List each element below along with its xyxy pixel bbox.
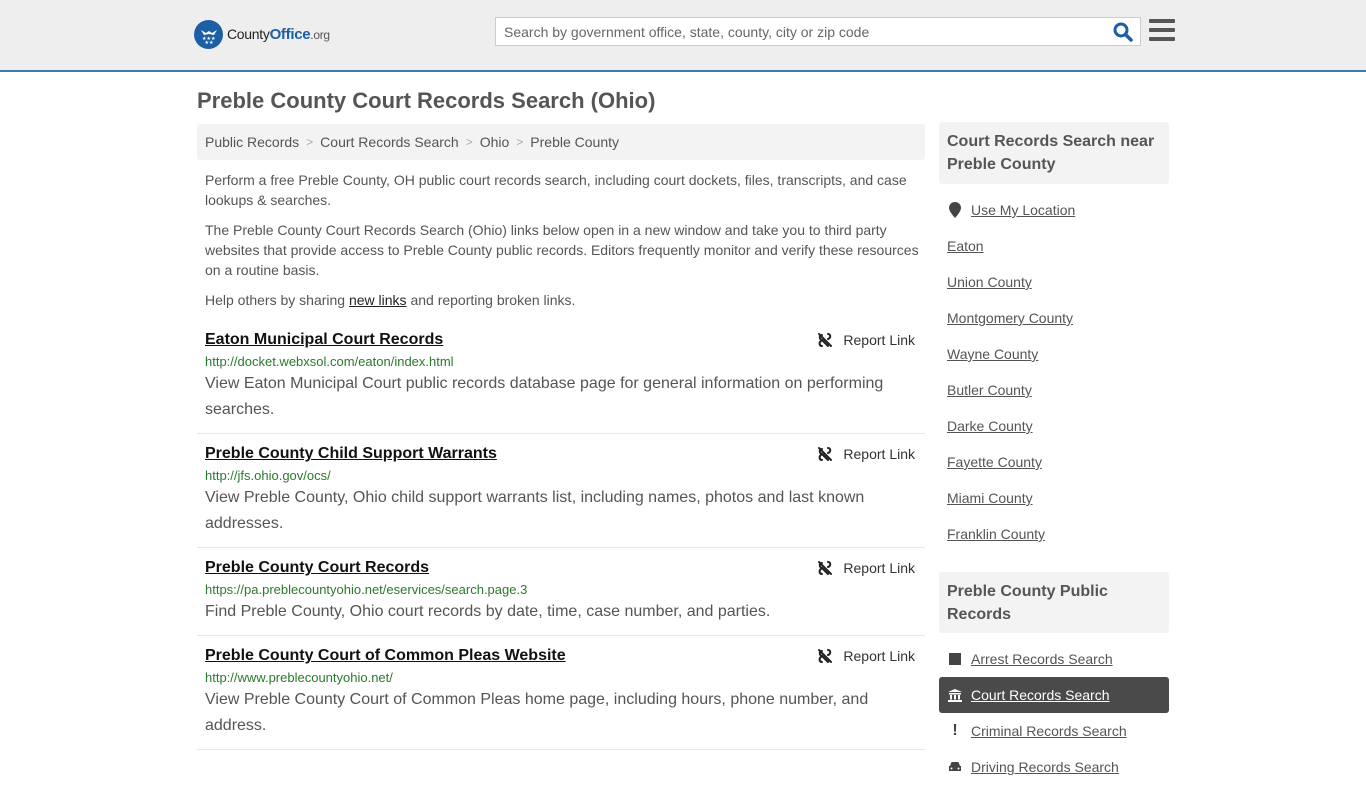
breadcrumb-preble-county[interactable]: Preble County [530, 134, 619, 150]
sidebar-item-union-county[interactable]: Union County [939, 264, 1169, 300]
link-description: View Preble County, Ohio child support w… [205, 489, 865, 532]
new-links-link[interactable]: new links [349, 292, 407, 308]
courthouse-icon [947, 688, 963, 702]
list-item: Preble County Child Support Warrants htt… [197, 434, 925, 548]
link-url: http://jfs.ohio.gov/ocs/ [205, 468, 331, 483]
intro-paragraph-3: Help others by sharing new links and rep… [205, 292, 576, 308]
sidebar-item-montgomery-county[interactable]: Montgomery County [939, 300, 1169, 336]
sidebar-item-court-records[interactable]: Court Records Search [939, 677, 1169, 713]
use-my-location-item[interactable]: Use My Location [939, 192, 1169, 228]
breadcrumb-ohio[interactable]: Ohio [480, 134, 510, 150]
site-logo[interactable]: ★★★ ★★ CountyOffice.org [194, 20, 330, 49]
page-title: Preble County Court Records Search (Ohio… [197, 88, 656, 113]
list-item: Preble County Court of Common Pleas Webs… [197, 636, 925, 750]
nearby-heading: Court Records Search near Preble County [939, 122, 1169, 184]
car-icon [947, 761, 963, 773]
link-description: Find Preble County, Ohio court records b… [205, 603, 771, 620]
report-link-button[interactable]: Report Link [817, 648, 915, 664]
breadcrumb: Public Records > Court Records Search > … [197, 124, 925, 160]
search-input[interactable] [496, 18, 1106, 45]
broken-link-icon [818, 447, 833, 461]
square-icon [947, 653, 963, 665]
site-header: ★★★ ★★ CountyOffice.org [0, 0, 1366, 72]
list-item: Preble County Court Records https://pa.p… [197, 548, 925, 636]
sidebar-item-fayette-county[interactable]: Fayette County [939, 444, 1169, 480]
link-title[interactable]: Eaton Municipal Court Records [205, 330, 443, 350]
intro-text: Perform a free Preble County, OH public … [205, 170, 920, 320]
link-url: http://docket.webxsol.com/eaton/index.ht… [205, 354, 454, 369]
search-icon[interactable] [1112, 21, 1134, 43]
public-records-heading: Preble County Public Records [939, 572, 1169, 633]
hamburger-menu-icon[interactable] [1149, 19, 1175, 43]
report-link-button[interactable]: Report Link [817, 446, 915, 462]
breadcrumb-court-records-search[interactable]: Court Records Search [320, 134, 459, 150]
link-title[interactable]: Preble County Child Support Warrants [205, 444, 497, 464]
sidebar-item-criminal-records[interactable]: ! Criminal Records Search [939, 713, 1169, 749]
records-link-list: Eaton Municipal Court Records http://doc… [197, 320, 925, 750]
sidebar-item-butler-county[interactable]: Butler County [939, 372, 1169, 408]
broken-link-icon [818, 649, 833, 663]
sidebar-item-franklin-county[interactable]: Franklin County [939, 516, 1169, 552]
intro-paragraph-1: Perform a free Preble County, OH public … [205, 172, 907, 208]
sidebar-item-wayne-county[interactable]: Wayne County [939, 336, 1169, 372]
eagle-stars-icon: ★★★ ★★ [194, 20, 223, 49]
list-item: Eaton Municipal Court Records http://doc… [197, 320, 925, 434]
nearby-list: Use My Location Eaton Union County Montg… [939, 192, 1169, 552]
sidebar-item-darke-county[interactable]: Darke County [939, 408, 1169, 444]
broken-link-icon [818, 561, 833, 575]
intro-paragraph-2: The Preble County Court Records Search (… [205, 222, 919, 278]
map-pin-icon [947, 202, 963, 218]
link-title[interactable]: Preble County Court of Common Pleas Webs… [205, 646, 566, 666]
sidebar-item-driving-records[interactable]: Driving Records Search [939, 749, 1169, 785]
sidebar-item-eaton[interactable]: Eaton [939, 228, 1169, 264]
logo-text: CountyOffice.org [227, 26, 330, 43]
link-title[interactable]: Preble County Court Records [205, 558, 429, 578]
svg-text:★★: ★★ [204, 40, 213, 45]
link-url: https://pa.preblecountyohio.net/eservice… [205, 582, 528, 597]
link-description: View Preble County Court of Common Pleas… [205, 691, 869, 734]
breadcrumb-public-records[interactable]: Public Records [205, 134, 299, 150]
breadcrumb-separator-icon: > [516, 135, 524, 149]
link-url: http://www.preblecountyohio.net/ [205, 670, 393, 685]
sidebar-item-miami-county[interactable]: Miami County [939, 480, 1169, 516]
report-link-button[interactable]: Report Link [817, 332, 915, 348]
exclamation-icon: ! [952, 722, 958, 739]
breadcrumb-separator-icon: > [465, 135, 473, 149]
report-link-button[interactable]: Report Link [817, 560, 915, 576]
search-box [495, 17, 1141, 46]
link-description: View Eaton Municipal Court public record… [205, 375, 884, 418]
sidebar-item-arrest-records[interactable]: Arrest Records Search [939, 641, 1169, 677]
public-records-list: Arrest Records Search Court Records Sear… [939, 641, 1169, 785]
broken-link-icon [818, 333, 833, 347]
use-my-location-link[interactable]: Use My Location [971, 202, 1075, 218]
breadcrumb-separator-icon: > [306, 135, 314, 149]
